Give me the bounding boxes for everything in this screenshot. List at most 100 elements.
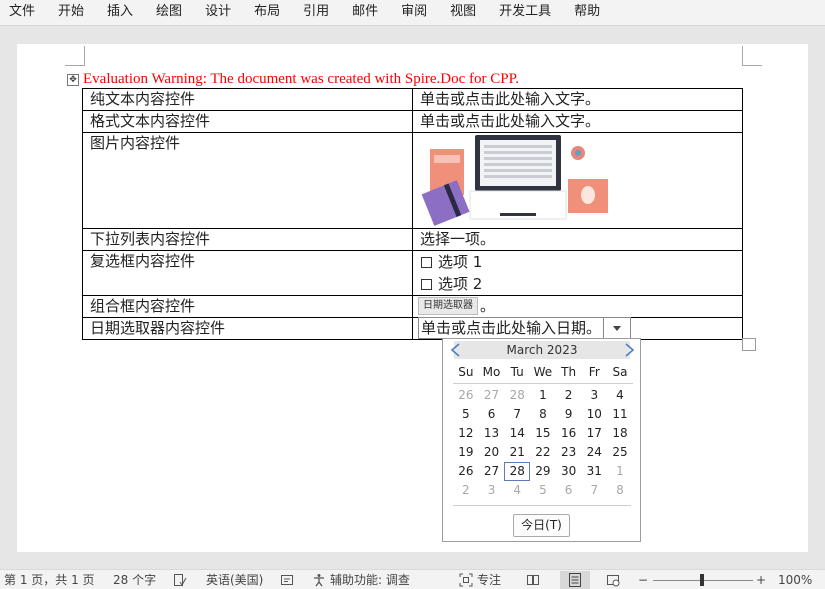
language-indicator[interactable]: 英语(美国) <box>206 572 263 588</box>
plain-text-control[interactable]: 单击或点击此处输入文字。 <box>412 88 743 111</box>
calendar-day[interactable]: 1 <box>607 462 633 481</box>
calendar-day[interactable]: 3 <box>479 481 505 500</box>
tab-mailings[interactable]: 邮件 <box>341 0 390 26</box>
tab-insert[interactable]: 插入 <box>96 0 145 26</box>
calendar-week-row: 12 13 14 15 16 17 18 <box>453 424 633 443</box>
accessibility-status[interactable]: 辅助功能: 调查 <box>330 572 410 588</box>
calendar-day[interactable]: 27 <box>479 386 505 405</box>
today-button[interactable]: 今日(T) <box>513 514 570 537</box>
calendar-day[interactable]: 7 <box>581 481 607 500</box>
calendar-day[interactable]: 6 <box>556 481 582 500</box>
checkbox-icon[interactable] <box>421 278 432 290</box>
calendar-day[interactable]: 24 <box>581 443 607 462</box>
calendar-day[interactable]: 17 <box>581 424 607 443</box>
calendar-day[interactable]: 26 <box>453 462 479 481</box>
calendar-day[interactable]: 19 <box>453 443 479 462</box>
content-control-title-tag[interactable]: 日期选取器 <box>418 297 478 315</box>
tab-file[interactable]: 文件 <box>0 0 47 26</box>
calendar-day[interactable]: 22 <box>530 443 556 462</box>
focus-mode-label[interactable]: 专注 <box>477 572 501 588</box>
date-picker-control: 单击或点击此处输入日期。 <box>412 317 743 340</box>
status-bar: 第 1 页，共 1 页 28 个字 英语(美国) 辅助功能: 调查 专注 − +… <box>0 569 825 589</box>
calendar-day[interactable]: 26 <box>453 386 479 405</box>
text-predictions-icon[interactable] <box>280 573 294 587</box>
checkbox-option-label: 选项 2 <box>438 275 483 293</box>
tab-design[interactable]: 设计 <box>194 0 243 26</box>
calendar-day[interactable]: 25 <box>607 443 633 462</box>
zoom-out-button[interactable]: − <box>638 572 648 588</box>
focus-mode-icon[interactable] <box>459 573 473 587</box>
proofing-icon[interactable] <box>173 573 187 587</box>
calendar-day[interactable]: 11 <box>607 405 633 424</box>
calendar-day[interactable]: 8 <box>607 481 633 500</box>
calendar-day[interactable]: 13 <box>479 424 505 443</box>
calendar-day[interactable]: 27 <box>479 462 505 481</box>
calendar-day[interactable]: 4 <box>504 481 530 500</box>
calendar-day[interactable]: 14 <box>504 424 530 443</box>
page-count[interactable]: 第 1 页，共 1 页 <box>4 572 95 588</box>
checkbox-option[interactable]: 选项 2 <box>420 273 742 295</box>
calendar-day[interactable]: 29 <box>530 462 556 481</box>
calendar-day[interactable]: 5 <box>453 405 479 424</box>
date-picker-input[interactable]: 单击或点击此处输入日期。 <box>418 317 604 339</box>
calendar-week-row: 2345678 <box>453 481 633 500</box>
calendar-day[interactable]: 30 <box>556 462 582 481</box>
read-mode-icon[interactable] <box>526 573 540 587</box>
calendar-day[interactable]: 18 <box>607 424 633 443</box>
zoom-slider-handle[interactable] <box>700 574 704 586</box>
laptop-illustration[interactable] <box>420 135 620 227</box>
checkbox-option[interactable]: 选项 1 <box>420 251 742 273</box>
calendar-day[interactable]: 12 <box>453 424 479 443</box>
calendar-day[interactable]: 6 <box>479 405 505 424</box>
table-move-handle-icon[interactable]: ✥ <box>67 74 79 86</box>
calendar-day[interactable]: 9 <box>556 405 582 424</box>
zoom-in-button[interactable]: + <box>756 572 766 588</box>
calendar-day[interactable]: 7 <box>504 405 530 424</box>
calendar-day[interactable]: 31 <box>581 462 607 481</box>
calendar-day[interactable]: 10 <box>581 405 607 424</box>
calendar-day[interactable]: 1 <box>530 386 556 405</box>
calendar-day[interactable]: 4 <box>607 386 633 405</box>
calendar-day[interactable]: 28 <box>504 462 531 481</box>
calendar-header: March 2023 <box>454 341 630 359</box>
calendar-day[interactable]: 2 <box>556 386 582 405</box>
rich-text-control[interactable]: 单击或点击此处输入文字。 <box>412 110 743 133</box>
tab-help[interactable]: 帮助 <box>563 0 612 26</box>
zoom-level[interactable]: 100% <box>778 572 812 588</box>
calendar-day[interactable]: 15 <box>530 424 556 443</box>
calendar-month-title[interactable]: March 2023 <box>454 341 630 359</box>
dropdown-list-control[interactable]: 选择一项。 <box>412 228 743 251</box>
calendar-day[interactable]: 2 <box>453 481 479 500</box>
weekday-label: Fr <box>588 365 600 379</box>
word-count[interactable]: 28 个字 <box>113 572 156 588</box>
chevron-right-icon[interactable] <box>622 343 636 357</box>
checkbox-icon[interactable] <box>421 256 432 268</box>
calendar-day[interactable]: 28 <box>504 386 530 405</box>
row-label: 复选框内容控件 <box>82 250 413 296</box>
calendar-day[interactable]: 16 <box>556 424 582 443</box>
calendar-day[interactable]: 3 <box>581 386 607 405</box>
tab-layout[interactable]: 布局 <box>243 0 292 26</box>
tab-home[interactable]: 开始 <box>47 0 96 26</box>
calendar-day[interactable]: 8 <box>530 405 556 424</box>
calendar-day[interactable]: 21 <box>504 443 530 462</box>
picture-control[interactable] <box>412 132 743 229</box>
calendar-week-row: 5 6 7 8 9 10 11 <box>453 405 633 424</box>
combo-box-control[interactable]: 日期选取器 。 <box>412 295 743 318</box>
date-picker-dropdown-button[interactable] <box>603 317 632 339</box>
calendar-day[interactable]: 5 <box>530 481 556 500</box>
tab-references[interactable]: 引用 <box>292 0 341 26</box>
print-layout-icon[interactable] <box>560 571 590 589</box>
tab-review[interactable]: 审阅 <box>390 0 439 26</box>
calendar-day[interactable]: 23 <box>556 443 582 462</box>
checkbox-option-label: 选项 1 <box>438 253 483 271</box>
calendar-day[interactable]: 20 <box>479 443 505 462</box>
table-row: 图片内容控件 <box>82 132 743 229</box>
tab-developer[interactable]: 开发工具 <box>488 0 563 26</box>
chevron-left-icon[interactable] <box>449 343 463 357</box>
tab-view[interactable]: 视图 <box>439 0 488 26</box>
web-layout-icon[interactable] <box>606 573 620 587</box>
content-controls-table: 纯文本内容控件 单击或点击此处输入文字。 格式文本内容控件 单击或点击此处输入文… <box>82 88 743 340</box>
accessibility-icon[interactable] <box>312 573 326 587</box>
tab-draw[interactable]: 绘图 <box>145 0 194 26</box>
